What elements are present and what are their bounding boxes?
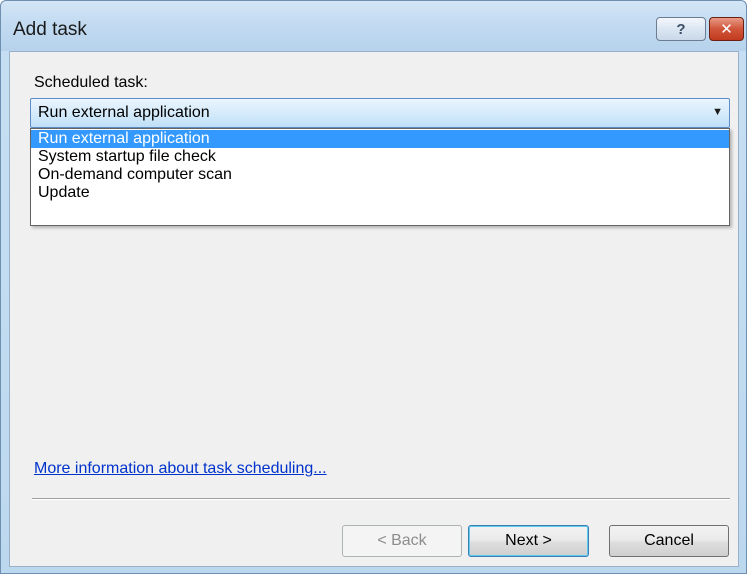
title-bar[interactable]: Add task ? ✕ <box>1 1 746 51</box>
option-on-demand-computer-scan[interactable]: On-demand computer scan <box>31 166 729 184</box>
close-button[interactable]: ✕ <box>709 17 744 41</box>
scheduled-task-dropdown-list: Run external application System startup … <box>30 128 730 226</box>
help-icon: ? <box>676 20 686 38</box>
close-icon: ✕ <box>720 21 733 38</box>
cancel-button[interactable]: Cancel <box>609 525 729 557</box>
next-button[interactable]: Next > <box>468 525 589 557</box>
chevron-down-icon[interactable]: ▼ <box>712 106 723 118</box>
back-button[interactable]: < Back <box>342 525 462 557</box>
scheduled-task-label: Scheduled task: <box>34 74 148 91</box>
add-task-dialog: Add task ? ✕ Scheduled task: Run externa… <box>0 0 747 574</box>
option-run-external-application[interactable]: Run external application <box>31 130 729 148</box>
scheduled-task-value: Run external application <box>38 104 210 121</box>
separator <box>32 498 730 500</box>
dialog-body: Scheduled task: Run external application… <box>9 51 739 567</box>
option-system-startup-file-check[interactable]: System startup file check <box>31 148 729 166</box>
option-update[interactable]: Update <box>31 184 729 202</box>
dialog-title: Add task <box>13 19 87 40</box>
help-button[interactable]: ? <box>656 17 706 41</box>
scheduled-task-combobox[interactable]: Run external application ▼ <box>30 98 730 128</box>
task-scheduling-info-link[interactable]: More information about task scheduling..… <box>34 460 327 478</box>
